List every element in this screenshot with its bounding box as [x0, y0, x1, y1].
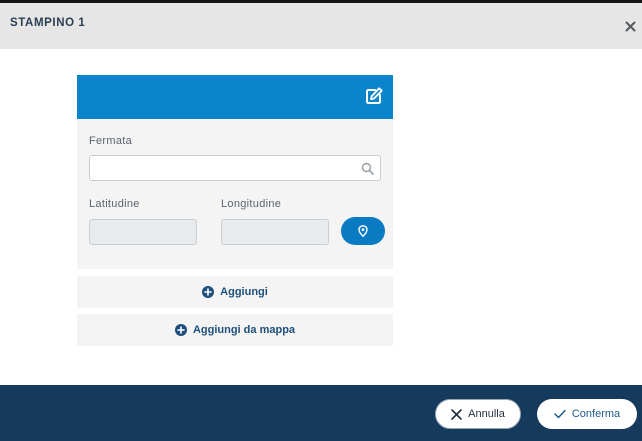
longitude-label: Longitudine — [221, 198, 282, 210]
edit-icon — [366, 87, 383, 104]
locate-on-map-button[interactable] — [341, 217, 385, 245]
search-icon — [361, 162, 374, 175]
dialog-title: STAMPINO 1 — [10, 17, 86, 29]
plus-circle-icon — [174, 324, 187, 336]
cancel-button-label: Annulla — [468, 408, 505, 420]
add-button-label: Aggiungi — [220, 286, 268, 298]
card-header — [77, 75, 393, 119]
add-button[interactable]: Aggiungi — [77, 276, 393, 308]
dialog-header: STAMPINO 1 — [0, 3, 642, 49]
longitude-field — [221, 219, 329, 245]
close-button[interactable] — [620, 16, 640, 36]
stop-search-input[interactable] — [90, 156, 352, 180]
add-from-map-button[interactable]: Aggiungi da mappa — [77, 314, 393, 346]
stop-label: Fermata — [89, 135, 133, 147]
card-body: Fermata Latitudine Longitudine — [77, 119, 393, 269]
stop-search-field[interactable] — [89, 155, 381, 181]
dialog-footer: Annulla Conferma — [0, 385, 642, 441]
confirm-button[interactable]: Conferma — [537, 399, 637, 429]
close-icon — [451, 408, 462, 420]
latitude-field — [89, 219, 197, 245]
cancel-button[interactable]: Annulla — [435, 399, 521, 429]
latitude-label: Latitudine — [89, 198, 140, 210]
confirm-button-label: Conferma — [571, 408, 621, 420]
close-icon — [625, 21, 635, 31]
map-pin-icon — [358, 225, 368, 237]
plus-circle-icon — [202, 286, 215, 298]
check-icon — [554, 409, 566, 419]
edit-button[interactable] — [363, 85, 385, 107]
add-from-map-button-label: Aggiungi da mappa — [192, 324, 296, 336]
